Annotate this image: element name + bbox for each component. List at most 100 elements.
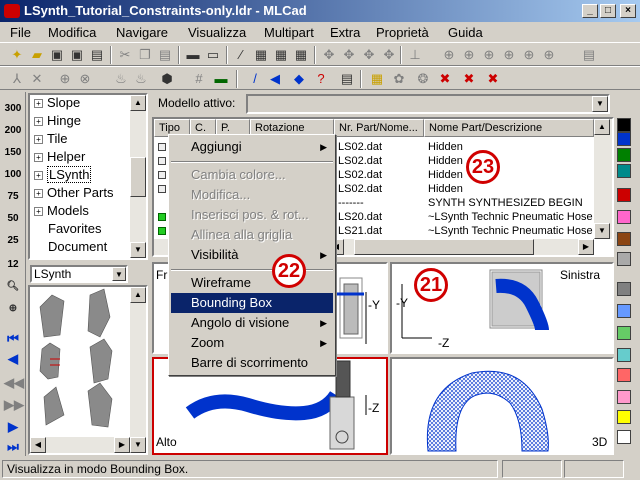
synth2-icon[interactable]: ❂ <box>414 70 432 88</box>
gridmed-icon[interactable]: ▦ <box>292 46 310 64</box>
zoom-25-button[interactable]: 25 <box>4 232 22 250</box>
color-swatch[interactable] <box>617 232 631 246</box>
move4-icon[interactable]: ✥ <box>380 46 398 64</box>
color-swatch[interactable] <box>617 118 631 132</box>
col-header-part-number[interactable]: Nr. Part/Nome... <box>334 119 424 137</box>
step-back-icon[interactable]: ◀◀ <box>4 374 24 392</box>
menu-file[interactable]: File <box>10 25 31 40</box>
color-swatch[interactable] <box>617 188 631 202</box>
move3-icon[interactable]: ✥ <box>360 46 378 64</box>
tree-item-tile[interactable]: + Tile <box>34 131 67 149</box>
save-all-icon[interactable]: ▣ <box>68 46 86 64</box>
color-swatch[interactable] <box>617 210 631 224</box>
palette-select[interactable]: LSynth ▼ <box>30 265 128 283</box>
menu-visualizza[interactable]: Visualizza <box>188 25 246 40</box>
last-step-icon[interactable]: ⏭ <box>4 438 22 456</box>
grid-icon[interactable]: ▦ <box>252 46 270 64</box>
menu-item-angolo[interactable]: Angolo di visione ▶ <box>171 313 333 333</box>
parts-scrollbar[interactable]: ▲ ▼ <box>594 119 612 239</box>
minimize-button[interactable]: _ <box>582 4 598 18</box>
wand-icon[interactable]: ⁄ <box>232 46 250 64</box>
menu-extra[interactable]: Extra <box>330 25 360 40</box>
copy-icon[interactable]: ❐ <box>136 46 154 64</box>
tree-item-models[interactable]: + Models <box>34 203 89 221</box>
tree-scrollbar[interactable]: ▲ ▼ <box>130 95 146 258</box>
unhide-icon[interactable]: ⊗ <box>76 70 94 88</box>
menu-item-zoom[interactable]: Zoom ▶ <box>171 333 333 353</box>
rotate-ny-icon[interactable]: ⊕ <box>520 46 538 64</box>
prev-step-icon[interactable]: ◀ <box>4 350 22 368</box>
comment-icon[interactable]: ▤ <box>338 70 356 88</box>
view-3d[interactable]: 3D <box>390 357 614 455</box>
color-swatch[interactable] <box>617 252 631 266</box>
rotate-z-icon[interactable]: ⊕ <box>480 46 498 64</box>
tree-item-lsynth[interactable]: + LSynth <box>34 166 92 185</box>
nosynth-icon[interactable]: ✖ <box>436 70 454 88</box>
color-swatch[interactable] <box>617 368 631 382</box>
color-swatch[interactable] <box>617 304 631 318</box>
menu-multipart[interactable]: Multipart <box>264 25 314 40</box>
line-icon[interactable]: / <box>246 70 264 88</box>
zoom-75-button[interactable]: 75 <box>4 188 22 206</box>
gridfine-icon[interactable]: ▦ <box>272 46 290 64</box>
menu-guida[interactable]: Guida <box>448 25 483 40</box>
open-icon[interactable]: ▰ <box>28 46 46 64</box>
menu-item-aggiungi[interactable]: Aggiungi ▶ <box>171 137 333 157</box>
nosynth3-icon[interactable]: ✖ <box>484 70 502 88</box>
preview-icon[interactable]: ▭ <box>204 46 222 64</box>
color-swatch[interactable] <box>617 326 631 340</box>
color-swatch[interactable] <box>617 164 631 178</box>
zoom-window-icon[interactable]: ⊕ <box>4 300 22 318</box>
print-icon[interactable]: ▬ <box>184 46 202 64</box>
triangle-icon[interactable]: ◀ <box>266 70 284 88</box>
zoom-150-button[interactable]: 150 <box>4 144 22 162</box>
chevron-down-icon[interactable]: ▼ <box>592 96 608 112</box>
menu-navigare[interactable]: Navigare <box>116 25 168 40</box>
zoom-fit-icon[interactable]: 🔍︎ <box>4 278 22 296</box>
quad-icon[interactable]: ◆ <box>290 70 308 88</box>
move2-icon[interactable]: ✥ <box>340 46 358 64</box>
menu-item-wireframe[interactable]: Wireframe <box>171 273 333 293</box>
tree-item-helper[interactable]: + Helper <box>34 149 85 167</box>
synth-icon[interactable]: ✿ <box>390 70 408 88</box>
saveas-icon[interactable]: ▤ <box>88 46 106 64</box>
bulb-icon[interactable]: ♨ <box>112 70 130 88</box>
menu-item-visibilita[interactable]: Visibilità ▶ <box>171 245 333 265</box>
tree-item-slope[interactable]: + Slope <box>34 95 80 113</box>
film-icon[interactable]: ▬ <box>212 70 230 88</box>
rotate-nz-icon[interactable]: ⊕ <box>540 46 558 64</box>
zoom-300-button[interactable]: 300 <box>4 100 22 118</box>
delete-icon[interactable]: ✕ <box>28 70 46 88</box>
chevron-down-icon[interactable]: ▼ <box>112 267 126 281</box>
step-icon[interactable]: ⊥ <box>406 46 424 64</box>
color-swatch[interactable] <box>617 430 631 444</box>
tree-item-hinge[interactable]: + Hinge <box>34 113 81 131</box>
maximize-button[interactable]: □ <box>600 4 616 18</box>
move-icon[interactable]: ✥ <box>320 46 338 64</box>
menu-proprieta[interactable]: Proprietà <box>376 25 429 40</box>
tree-item-favorites[interactable]: Favorites <box>48 221 101 239</box>
active-model-select[interactable]: ▼ <box>246 94 610 114</box>
col-header-description[interactable]: Nome Part/Descrizione <box>424 119 594 137</box>
palette-scrollbar[interactable]: ▲ ▼ <box>130 287 146 453</box>
pieces-icon[interactable]: ⬢ <box>158 70 176 88</box>
palette-parts-preview[interactable] <box>30 287 132 437</box>
rotate-x-icon[interactable]: ⊕ <box>440 46 458 64</box>
hide-icon[interactable]: ⊕ <box>56 70 74 88</box>
zoom-200-button[interactable]: 200 <box>4 122 22 140</box>
zoom-50-button[interactable]: 50 <box>4 210 22 228</box>
conditional-line-icon[interactable]: ? <box>312 70 330 88</box>
next-step-icon[interactable]: ▶ <box>4 418 22 436</box>
gridview-icon[interactable]: # <box>190 70 208 88</box>
color-swatch[interactable] <box>617 410 631 424</box>
color-swatch[interactable] <box>617 282 631 296</box>
rotate-y-icon[interactable]: ⊕ <box>460 46 478 64</box>
zoom-100-button[interactable]: 100 <box>4 166 22 184</box>
lsynth-icon[interactable]: ▦ <box>368 70 386 88</box>
first-step-icon[interactable]: ⏮ <box>4 330 22 348</box>
bulb2-icon[interactable]: ♨ <box>132 70 150 88</box>
color-swatch[interactable] <box>617 348 631 362</box>
tree-item-other-parts[interactable]: + Other Parts <box>34 185 113 203</box>
rotate-nx-icon[interactable]: ⊕ <box>500 46 518 64</box>
color-swatch[interactable] <box>617 148 631 162</box>
